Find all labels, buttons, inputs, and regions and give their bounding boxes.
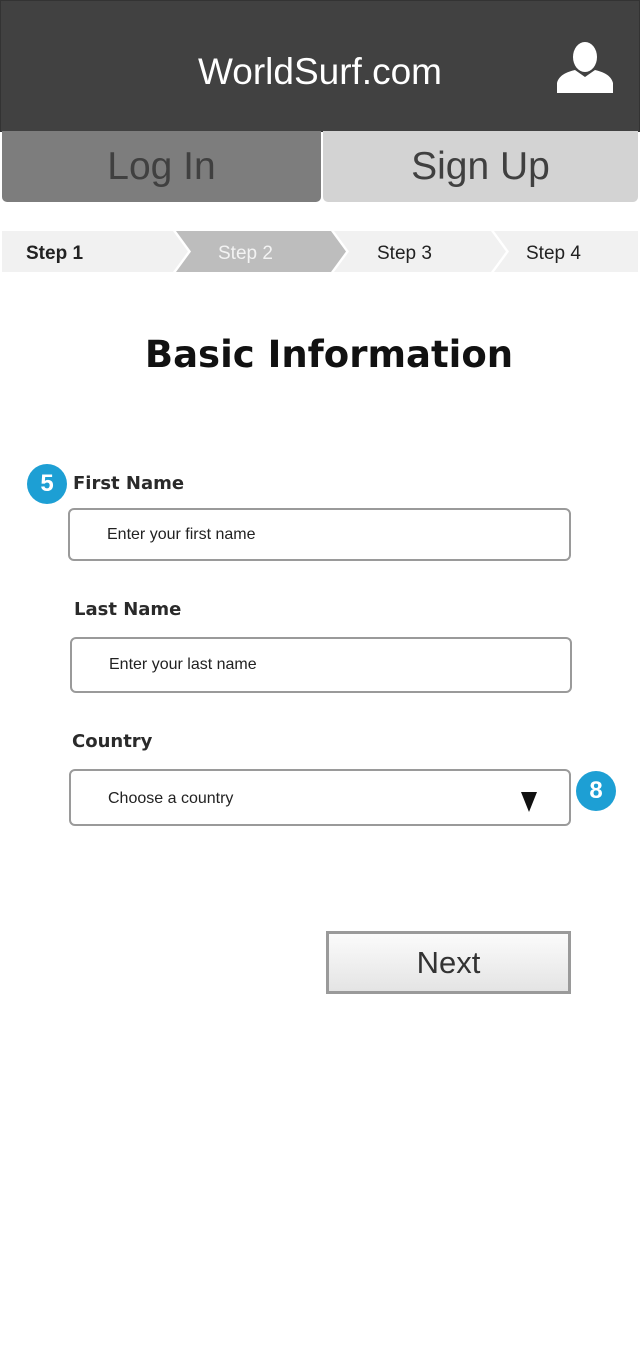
annotation-badge-8: 8 — [576, 771, 616, 811]
step-3-label: Step 3 — [377, 243, 432, 264]
step-1-label: Step 1 — [26, 243, 84, 264]
country-select[interactable]: Choose a country — [69, 769, 571, 826]
annotation-badge-5: 5 — [27, 464, 67, 504]
tab-signup[interactable]: Sign Up — [323, 131, 638, 202]
last-name-label: Last Name — [74, 599, 182, 620]
first-name-field[interactable] — [68, 508, 571, 561]
first-name-label: First Name — [73, 473, 185, 494]
user-icon[interactable] — [557, 41, 613, 93]
tab-login[interactable]: Log In — [2, 131, 321, 202]
country-label: Country — [72, 731, 153, 752]
step-4-label: Step 4 — [526, 243, 581, 264]
page-title: Basic Information — [144, 333, 514, 376]
next-button[interactable]: Next — [326, 931, 571, 994]
app-header: WorldSurf.com — [0, 0, 640, 132]
site-title: WorldSurf.com — [198, 51, 442, 92]
last-name-field[interactable] — [70, 637, 572, 693]
chevron-down-icon — [521, 792, 537, 812]
step-progress: Step 1 Step 2 Step 3 Step 4 — [2, 231, 638, 272]
country-select-value: Choose a country — [108, 790, 234, 807]
step-2-label: Step 2 — [218, 243, 273, 264]
